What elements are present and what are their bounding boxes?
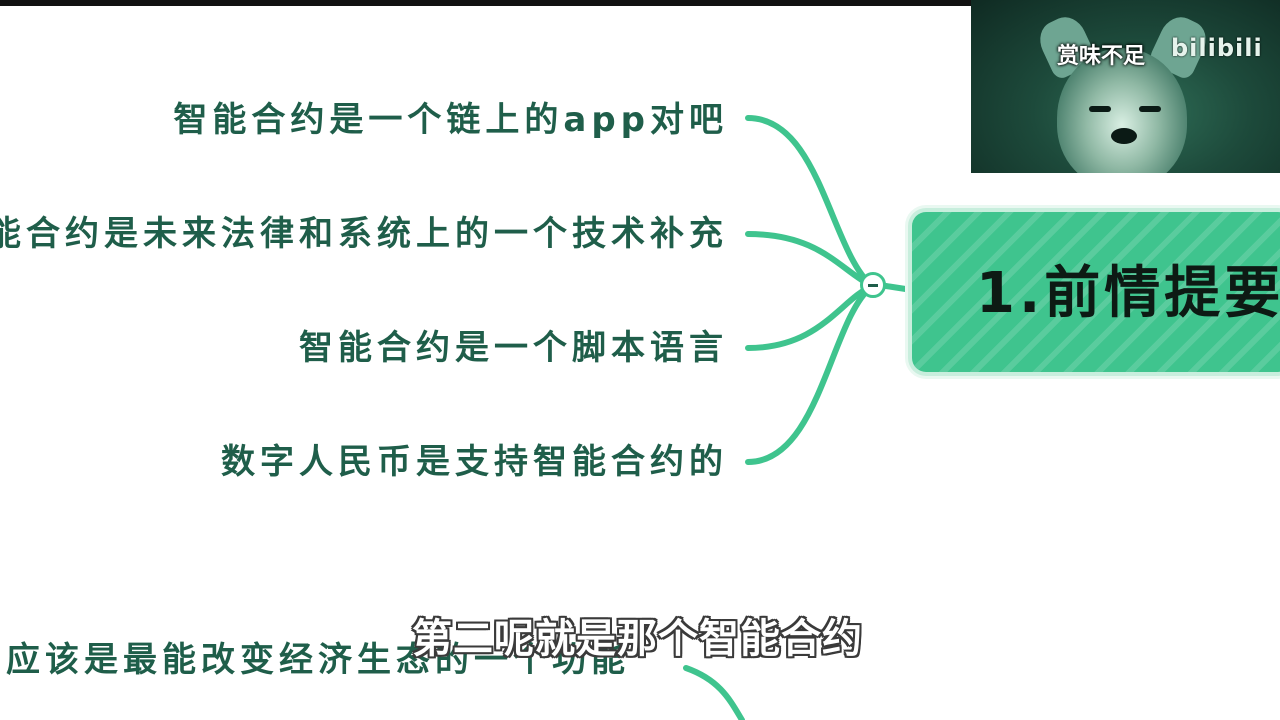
branch-node-3[interactable]: 智能合约是一个脚本语言 bbox=[299, 328, 728, 368]
red-panda-nose bbox=[1111, 128, 1137, 144]
collapse-toggle-icon[interactable] bbox=[860, 272, 886, 298]
connector-branch-4 bbox=[745, 283, 875, 465]
root-node[interactable]: 1.前情提要 bbox=[912, 212, 1280, 372]
video-subtitle: 第二呢就是那个智能合约 bbox=[412, 616, 863, 662]
connector-branch-1 bbox=[745, 115, 875, 289]
connector-next-branch bbox=[683, 665, 745, 720]
webcam-overlay: 赏味不足 bilibili bbox=[971, 0, 1280, 173]
bilibili-logo: bilibili bbox=[1171, 34, 1263, 62]
red-panda-eye-left bbox=[1089, 106, 1111, 112]
connector-root-to-root bbox=[883, 283, 915, 293]
branch-node-1[interactable]: 智能合约是一个链上的app对吧 bbox=[173, 100, 728, 140]
overlay-caption: 赏味不足 bbox=[1057, 44, 1146, 69]
red-panda-eye-right bbox=[1139, 106, 1161, 112]
branch-node-2[interactable]: 智能合约是未来法律和系统上的一个技术补充 bbox=[0, 214, 728, 254]
branch-node-4[interactable]: 数字人民币是支持智能合约的 bbox=[221, 442, 728, 482]
root-node-label: 1.前情提要 bbox=[976, 261, 1280, 326]
